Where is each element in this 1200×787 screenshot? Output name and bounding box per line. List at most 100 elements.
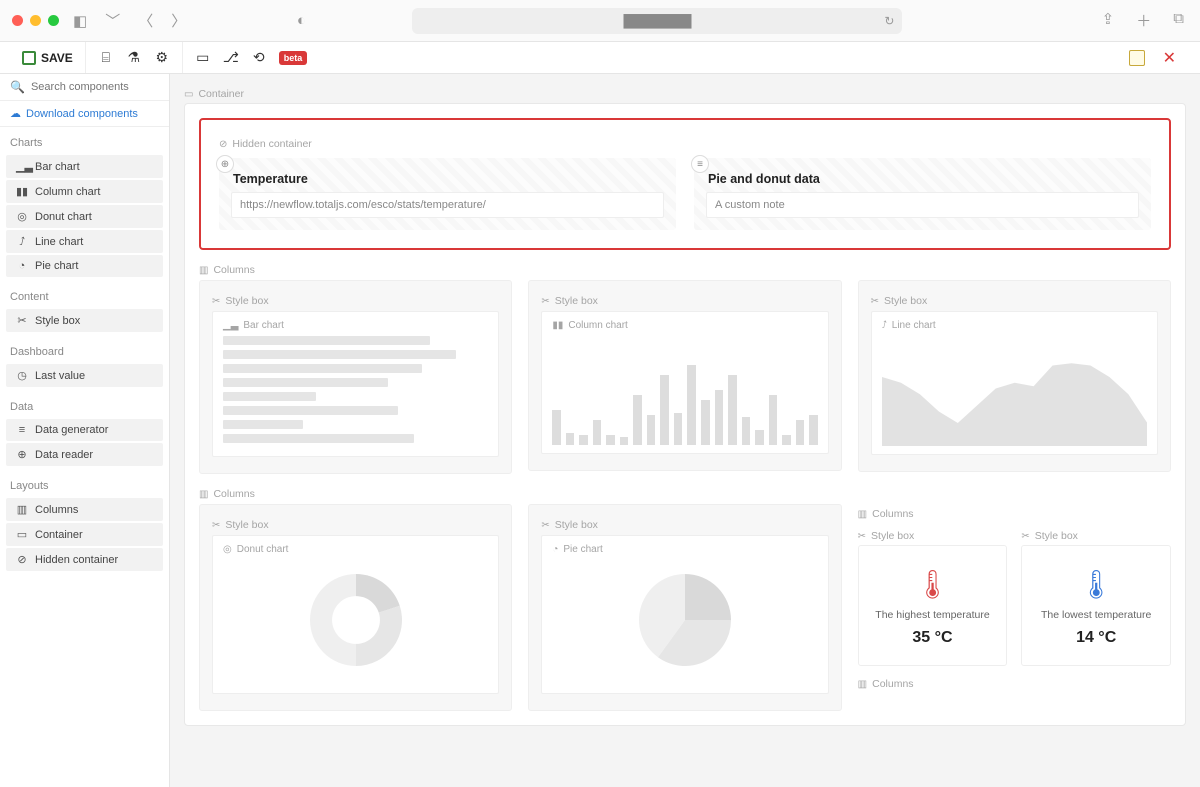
sidebar-toggle-icon[interactable]: ◧ bbox=[69, 12, 91, 30]
stylebox[interactable]: ✂Style box ◎Donut chart bbox=[199, 504, 512, 711]
card-field[interactable]: https://newflow.totaljs.com/esco/stats/t… bbox=[231, 192, 664, 218]
pie-chart-box[interactable]: ◔Pie chart bbox=[541, 535, 828, 694]
style-icon: ✂ bbox=[212, 520, 220, 531]
back-icon[interactable]: 〈 bbox=[134, 10, 157, 31]
sidebar-item-bar-chart[interactable]: ▁▃Bar chart bbox=[6, 155, 163, 178]
traffic-lights bbox=[12, 15, 59, 26]
sync-icon[interactable]: ⟲ bbox=[251, 49, 267, 66]
shield-icon[interactable]: ◐ bbox=[293, 12, 310, 29]
branch-icon[interactable]: ⎇ bbox=[223, 49, 239, 66]
label-columns: ▥Columns bbox=[199, 488, 1171, 500]
sidebar-item-hidden-container[interactable]: ⊘Hidden container bbox=[6, 548, 163, 571]
sidebar-item-line-chart[interactable]: ⭜Line chart bbox=[6, 230, 163, 253]
label-hidden: ⊘Hidden container bbox=[219, 138, 1151, 150]
sidebar-heading-data: Data bbox=[0, 397, 169, 417]
label-stylebox: ✂Style box bbox=[212, 519, 499, 531]
label-container: ▭Container bbox=[184, 88, 1186, 100]
label-stylebox: ✂Style box bbox=[871, 295, 1158, 307]
window-icon[interactable]: ▭ bbox=[195, 49, 211, 66]
app-toolbar: SAVE ⌸ ⚗ ⚙ ▭ ⎇ ⟲ beta ✕ bbox=[0, 42, 1200, 74]
eye-off-icon: ⊘ bbox=[219, 139, 227, 150]
columns-row-2: ✂Style box ◎Donut chart ✂Style box ◔Pie … bbox=[199, 504, 1171, 711]
label-stylebox: ✂Style box bbox=[1021, 530, 1171, 542]
card-title: Pie and donut data bbox=[708, 172, 1139, 186]
url-text: ████████ bbox=[623, 14, 691, 28]
pie-chart bbox=[639, 574, 731, 666]
sidebar-heading-layouts: Layouts bbox=[0, 476, 169, 496]
bar-chart-box[interactable]: ▁▃Bar chart bbox=[212, 311, 499, 457]
chevron-down-icon[interactable]: ﹀ bbox=[101, 10, 124, 31]
window-minimize-icon[interactable] bbox=[30, 15, 41, 26]
label-columns: ▥Columns bbox=[858, 508, 1171, 520]
style-icon: ✂ bbox=[541, 296, 549, 307]
refresh-icon[interactable]: ↻ bbox=[884, 14, 894, 28]
card-temperature[interactable]: ⊕ Temperature https://newflow.totaljs.co… bbox=[219, 158, 676, 230]
flask-icon[interactable]: ⚗ bbox=[126, 49, 142, 66]
line-chart-box[interactable]: ⭜Line chart bbox=[871, 311, 1158, 455]
sidebar-item-column-chart[interactable]: ▮▮Column chart bbox=[6, 180, 163, 203]
stylebox[interactable]: ✂Style box ⭜Line chart bbox=[858, 280, 1171, 472]
eye-off-icon: ⊘ bbox=[16, 553, 28, 566]
sidebar-heading-charts: Charts bbox=[0, 133, 169, 153]
line-chart-icon: ⭜ bbox=[882, 320, 887, 331]
sidebar-item-data-reader[interactable]: ⊕Data reader bbox=[6, 443, 163, 466]
address-bar[interactable]: ████████ ↻ bbox=[412, 8, 902, 34]
sidebar-item-data-generator[interactable]: ≡Data generator bbox=[6, 419, 163, 441]
columns-icon: ▥ bbox=[16, 503, 28, 516]
card-field[interactable]: A custom note bbox=[706, 192, 1139, 218]
archive-icon[interactable]: ⌸ bbox=[98, 49, 114, 66]
search-row[interactable]: 🔍 bbox=[0, 74, 169, 101]
thermometer-hot-icon: 🌡 bbox=[915, 568, 951, 601]
hidden-container-box[interactable]: ⊘Hidden container ⊕ Temperature https://… bbox=[199, 118, 1171, 250]
bar-chart-icon: ▁▃ bbox=[223, 320, 238, 331]
new-tab-icon[interactable]: ＋ bbox=[1132, 10, 1155, 31]
globe-icon: ⊕ bbox=[216, 155, 234, 173]
sidebar-item-donut-chart[interactable]: ◎Donut chart bbox=[6, 205, 163, 228]
download-components-link[interactable]: ☁ Download components bbox=[0, 101, 169, 127]
search-icon: 🔍 bbox=[10, 80, 25, 94]
pie-chart-icon: ◔ bbox=[552, 544, 558, 555]
gear-icon[interactable]: ⚙ bbox=[154, 49, 170, 66]
tabs-icon[interactable]: ⧉ bbox=[1169, 10, 1188, 31]
style-icon: ✂ bbox=[212, 296, 220, 307]
close-icon[interactable]: ✕ bbox=[1157, 48, 1182, 68]
sidebar-item-pie-chart[interactable]: ◔Pie chart bbox=[6, 255, 163, 277]
donut-chart bbox=[310, 574, 402, 666]
temp-high-label: The highest temperature bbox=[875, 609, 989, 621]
line-chart-icon: ⭜ bbox=[16, 235, 28, 248]
container-box[interactable]: ⊘Hidden container ⊕ Temperature https://… bbox=[184, 103, 1186, 726]
columns-row-1: ✂Style box ▁▃Bar chart ✂Style box ▮▮Colu… bbox=[199, 280, 1171, 474]
database-icon: ≡ bbox=[16, 424, 28, 436]
donut-chart-icon: ◎ bbox=[223, 544, 232, 555]
card-pie-donut[interactable]: ≡ Pie and donut data A custom note bbox=[694, 158, 1151, 230]
note-icon[interactable] bbox=[1129, 50, 1145, 66]
share-icon[interactable]: ⇪ bbox=[1098, 10, 1119, 31]
window-zoom-icon[interactable] bbox=[48, 15, 59, 26]
search-input[interactable] bbox=[31, 81, 170, 93]
window-close-icon[interactable] bbox=[12, 15, 23, 26]
sidebar-item-last-value[interactable]: ◷Last value bbox=[6, 364, 163, 387]
forward-icon[interactable]: 〉 bbox=[167, 10, 190, 31]
temp-card-high[interactable]: 🌡 The highest temperature 35 °C bbox=[858, 545, 1008, 666]
style-icon: ✂ bbox=[16, 314, 28, 327]
sidebar-item-style-box[interactable]: ✂Style box bbox=[6, 309, 163, 332]
label-columns: ▥Columns bbox=[199, 264, 1171, 276]
donut-chart-box[interactable]: ◎Donut chart bbox=[212, 535, 499, 694]
columns-icon: ▥ bbox=[858, 509, 867, 520]
container-icon: ▭ bbox=[184, 89, 193, 100]
canvas: ▭Container ⊘Hidden container ⊕ Temperatu… bbox=[170, 74, 1200, 787]
beta-badge: beta bbox=[279, 51, 308, 65]
label-stylebox: ✂Style box bbox=[212, 295, 499, 307]
column-chart bbox=[552, 345, 817, 445]
stylebox[interactable]: ✂Style box ▮▮Column chart bbox=[528, 280, 841, 471]
sidebar-item-columns[interactable]: ▥Columns bbox=[6, 498, 163, 521]
browser-chrome: ◧ ﹀ 〈 〉 ◐ ████████ ↻ ⇪ ＋ ⧉ bbox=[0, 0, 1200, 42]
column-chart-box[interactable]: ▮▮Column chart bbox=[541, 311, 828, 454]
sidebar-item-container[interactable]: ▭Container bbox=[6, 523, 163, 546]
temp-card-low[interactable]: 🌡 The lowest temperature 14 °C bbox=[1021, 545, 1171, 666]
stylebox[interactable]: ✂Style box ▁▃Bar chart bbox=[199, 280, 512, 474]
save-button[interactable]: SAVE bbox=[22, 51, 73, 65]
sidebar-heading-content: Content bbox=[0, 287, 169, 307]
stylebox[interactable]: ✂Style box ◔Pie chart bbox=[528, 504, 841, 711]
style-icon: ✂ bbox=[1021, 531, 1029, 542]
